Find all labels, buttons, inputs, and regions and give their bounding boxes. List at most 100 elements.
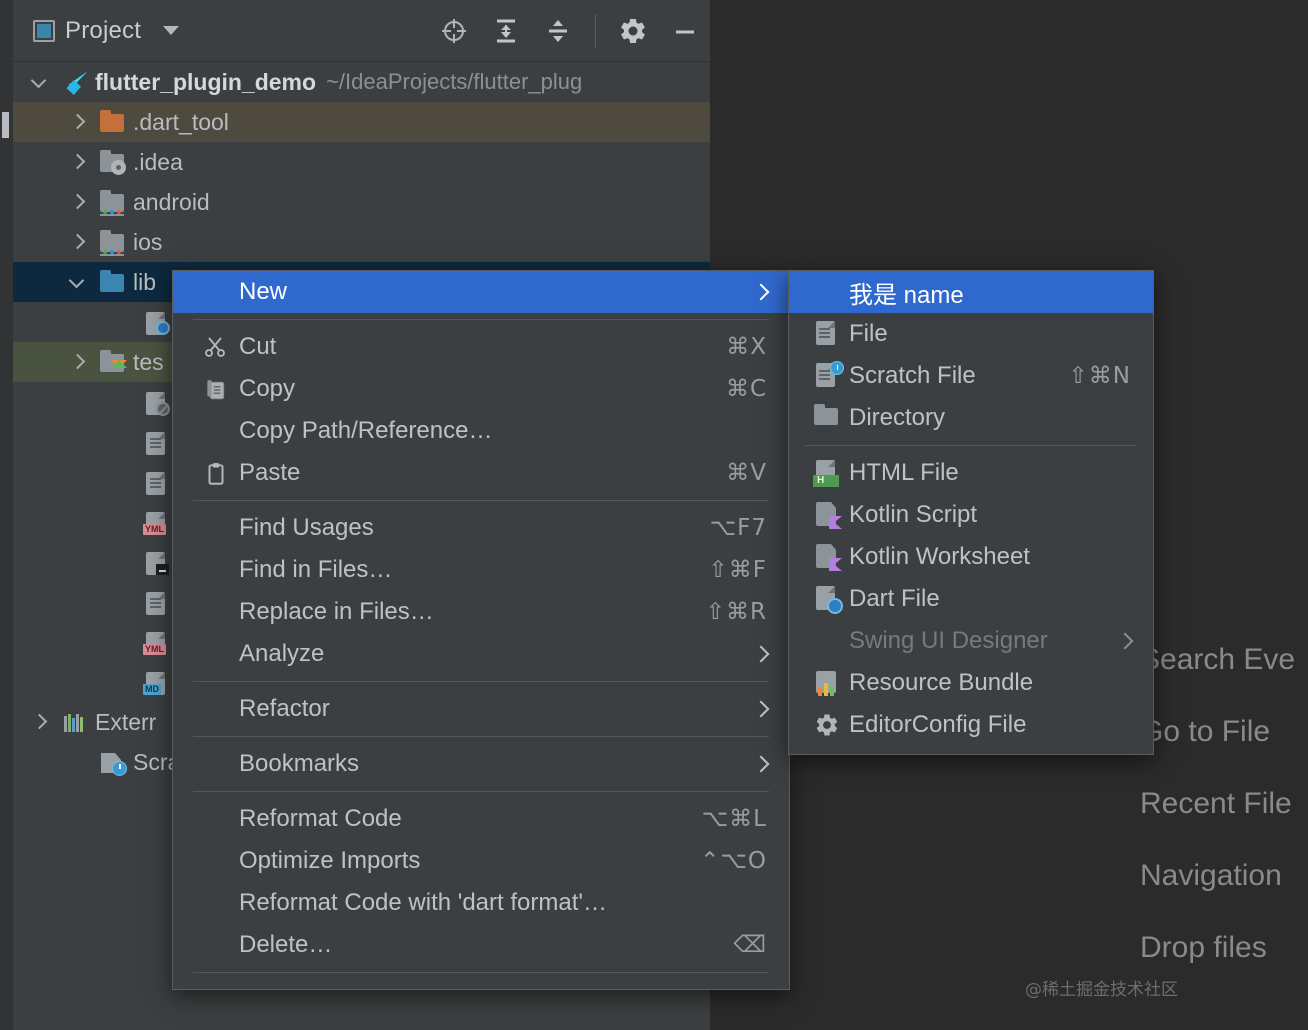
tree-item-label: lib <box>133 269 156 296</box>
gear-icon[interactable] <box>618 16 648 46</box>
submenu-item-directory[interactable]: Directory <box>789 397 1153 439</box>
no-arrow <box>113 314 129 330</box>
menu-item-shortcut: ⌘V <box>726 460 767 486</box>
text-file-icon <box>143 469 169 495</box>
submenu-item-label: EditorConfig File <box>849 711 1026 739</box>
menu-item-label: Delete… <box>239 931 332 959</box>
cut-icon <box>203 333 233 361</box>
menu-item-paste[interactable]: Paste ⌘V <box>173 452 789 494</box>
menu-item-label: New <box>239 278 287 306</box>
expand-all-icon[interactable] <box>491 16 521 46</box>
menu-item-shortcut: ⌫ <box>733 932 767 958</box>
scratch-file-icon <box>813 362 841 390</box>
submenu-item-kotlin-script[interactable]: Kotlin Script <box>789 494 1153 536</box>
submenu-item-editorconfig-file[interactable]: EditorConfig File <box>789 704 1153 746</box>
no-arrow <box>113 674 129 690</box>
submenu-item-dart-file[interactable]: Dart File <box>789 578 1153 620</box>
gear-icon <box>813 711 841 739</box>
project-title-group[interactable]: Project <box>33 17 179 45</box>
menu-item-bookmarks[interactable]: Bookmarks <box>173 743 789 785</box>
submenu-item-scratch-file[interactable]: Scratch File ⇧⌘N <box>789 355 1153 397</box>
menu-item-shortcut: ⌘X <box>726 334 767 360</box>
chevron-right-icon[interactable] <box>69 194 85 210</box>
menu-separator <box>193 681 769 682</box>
locate-icon[interactable] <box>439 16 469 46</box>
menu-item-shortcut: ⌘C <box>726 376 767 402</box>
menu-item-reformat-code-with-dart-format[interactable]: Reformat Code with 'dart format'… <box>173 882 789 924</box>
folder-module-icon <box>99 229 125 255</box>
no-arrow <box>113 594 129 610</box>
project-root-path: ~/IdeaProjects/flutter_plug <box>326 69 582 95</box>
tool-window-strip[interactable] <box>0 0 13 1030</box>
kotlin-file-icon <box>813 501 841 529</box>
project-panel-toolbar <box>439 0 700 62</box>
menu-item-find-usages[interactable]: Find Usages ⌥F7 <box>173 507 789 549</box>
submenu-item-custom-name[interactable]: 我是 name <box>789 271 1153 313</box>
minimize-icon[interactable] <box>670 16 700 46</box>
menu-item-copy-path-reference[interactable]: Copy Path/Reference… <box>173 410 789 452</box>
menu-item-delete[interactable]: Delete… ⌫ <box>173 924 789 966</box>
menu-item-reformat-code[interactable]: Reformat Code ⌥⌘L <box>173 798 789 840</box>
chevron-right-icon <box>753 757 767 771</box>
project-root-name: flutter_plugin_demo <box>95 69 316 96</box>
tree-row-android[interactable]: android <box>13 182 710 222</box>
menu-item-replace-in-files[interactable]: Replace in Files… ⇧⌘R <box>173 591 789 633</box>
tree-item-label: tes <box>133 349 164 376</box>
chevron-right-icon[interactable] <box>31 714 47 730</box>
copy-icon <box>203 375 233 403</box>
html-file-icon: H H <box>813 459 841 487</box>
menu-item-copy[interactable]: Copy ⌘C <box>173 368 789 410</box>
chevron-down-icon[interactable] <box>163 26 179 35</box>
scratches-icon <box>99 749 125 775</box>
menu-separator <box>193 791 769 792</box>
submenu-item-resource-bundle[interactable]: Resource Bundle <box>789 662 1153 704</box>
no-icon <box>203 889 233 917</box>
chevron-right-icon[interactable] <box>69 154 85 170</box>
project-panel-title: Project <box>65 17 141 45</box>
ide-window: Search Eve Go to File Recent File Naviga… <box>0 0 1308 1030</box>
submenu-item-kotlin-worksheet[interactable]: Kotlin Worksheet <box>789 536 1153 578</box>
submenu-item-label: HTML File <box>849 459 959 487</box>
folder-test-icon <box>99 349 125 375</box>
menu-item-analyze[interactable]: Analyze <box>173 633 789 675</box>
menu-item-find-in-files[interactable]: Find in Files… ⇧⌘F <box>173 549 789 591</box>
menu-item-label: Find Usages <box>239 514 374 542</box>
menu-item-label: Cut <box>239 333 276 361</box>
hint-navigation-bar: Navigation <box>710 840 1308 912</box>
no-icon <box>203 278 233 306</box>
chevron-down-icon[interactable] <box>31 74 47 90</box>
chevron-right-icon[interactable] <box>69 234 85 250</box>
no-icon <box>203 931 233 959</box>
chevron-right-icon <box>753 647 767 661</box>
chevron-right-icon <box>753 285 767 299</box>
tree-row-dart-tool[interactable]: .dart_tool <box>13 102 710 142</box>
menu-item-label: Refactor <box>239 695 330 723</box>
tool-strip-marker <box>2 112 9 138</box>
collapse-all-icon[interactable] <box>543 16 573 46</box>
tree-row-project-root[interactable]: flutter_plugin_demo ~/IdeaProjects/flutt… <box>13 62 710 102</box>
resource-bundle-icon <box>813 669 841 697</box>
no-icon <box>203 598 233 626</box>
submenu-item-file[interactable]: File <box>789 313 1153 355</box>
submenu-item-label: Swing UI Designer <box>849 627 1048 655</box>
chevron-right-icon[interactable] <box>69 354 85 370</box>
kotlin-file-icon <box>813 543 841 571</box>
tree-item-label: android <box>133 189 210 216</box>
menu-item-optimize-imports[interactable]: Optimize Imports ⌃⌥O <box>173 840 789 882</box>
menu-item-refactor[interactable]: Refactor <box>173 688 789 730</box>
tree-row-ios[interactable]: ios <box>13 222 710 262</box>
tree-row-idea[interactable]: .idea <box>13 142 710 182</box>
submenu-item-swing-ui-designer[interactable]: Swing UI Designer <box>789 620 1153 662</box>
menu-item-shortcut: ⇧⌘F <box>708 557 767 583</box>
menu-item-new[interactable]: New <box>173 271 789 313</box>
folder-blue-icon <box>99 269 125 295</box>
no-arrow <box>113 394 129 410</box>
menu-item-shortcut: ⌃⌥O <box>700 848 767 874</box>
chevron-right-icon[interactable] <box>69 114 85 130</box>
menu-separator <box>193 972 769 973</box>
menu-item-cut[interactable]: Cut ⌘X <box>173 326 789 368</box>
submenu-item-html-file[interactable]: H H HTML File <box>789 452 1153 494</box>
menu-item-shortcut: ⌥⌘L <box>702 806 767 832</box>
no-icon <box>203 750 233 778</box>
chevron-down-icon[interactable] <box>69 274 85 290</box>
